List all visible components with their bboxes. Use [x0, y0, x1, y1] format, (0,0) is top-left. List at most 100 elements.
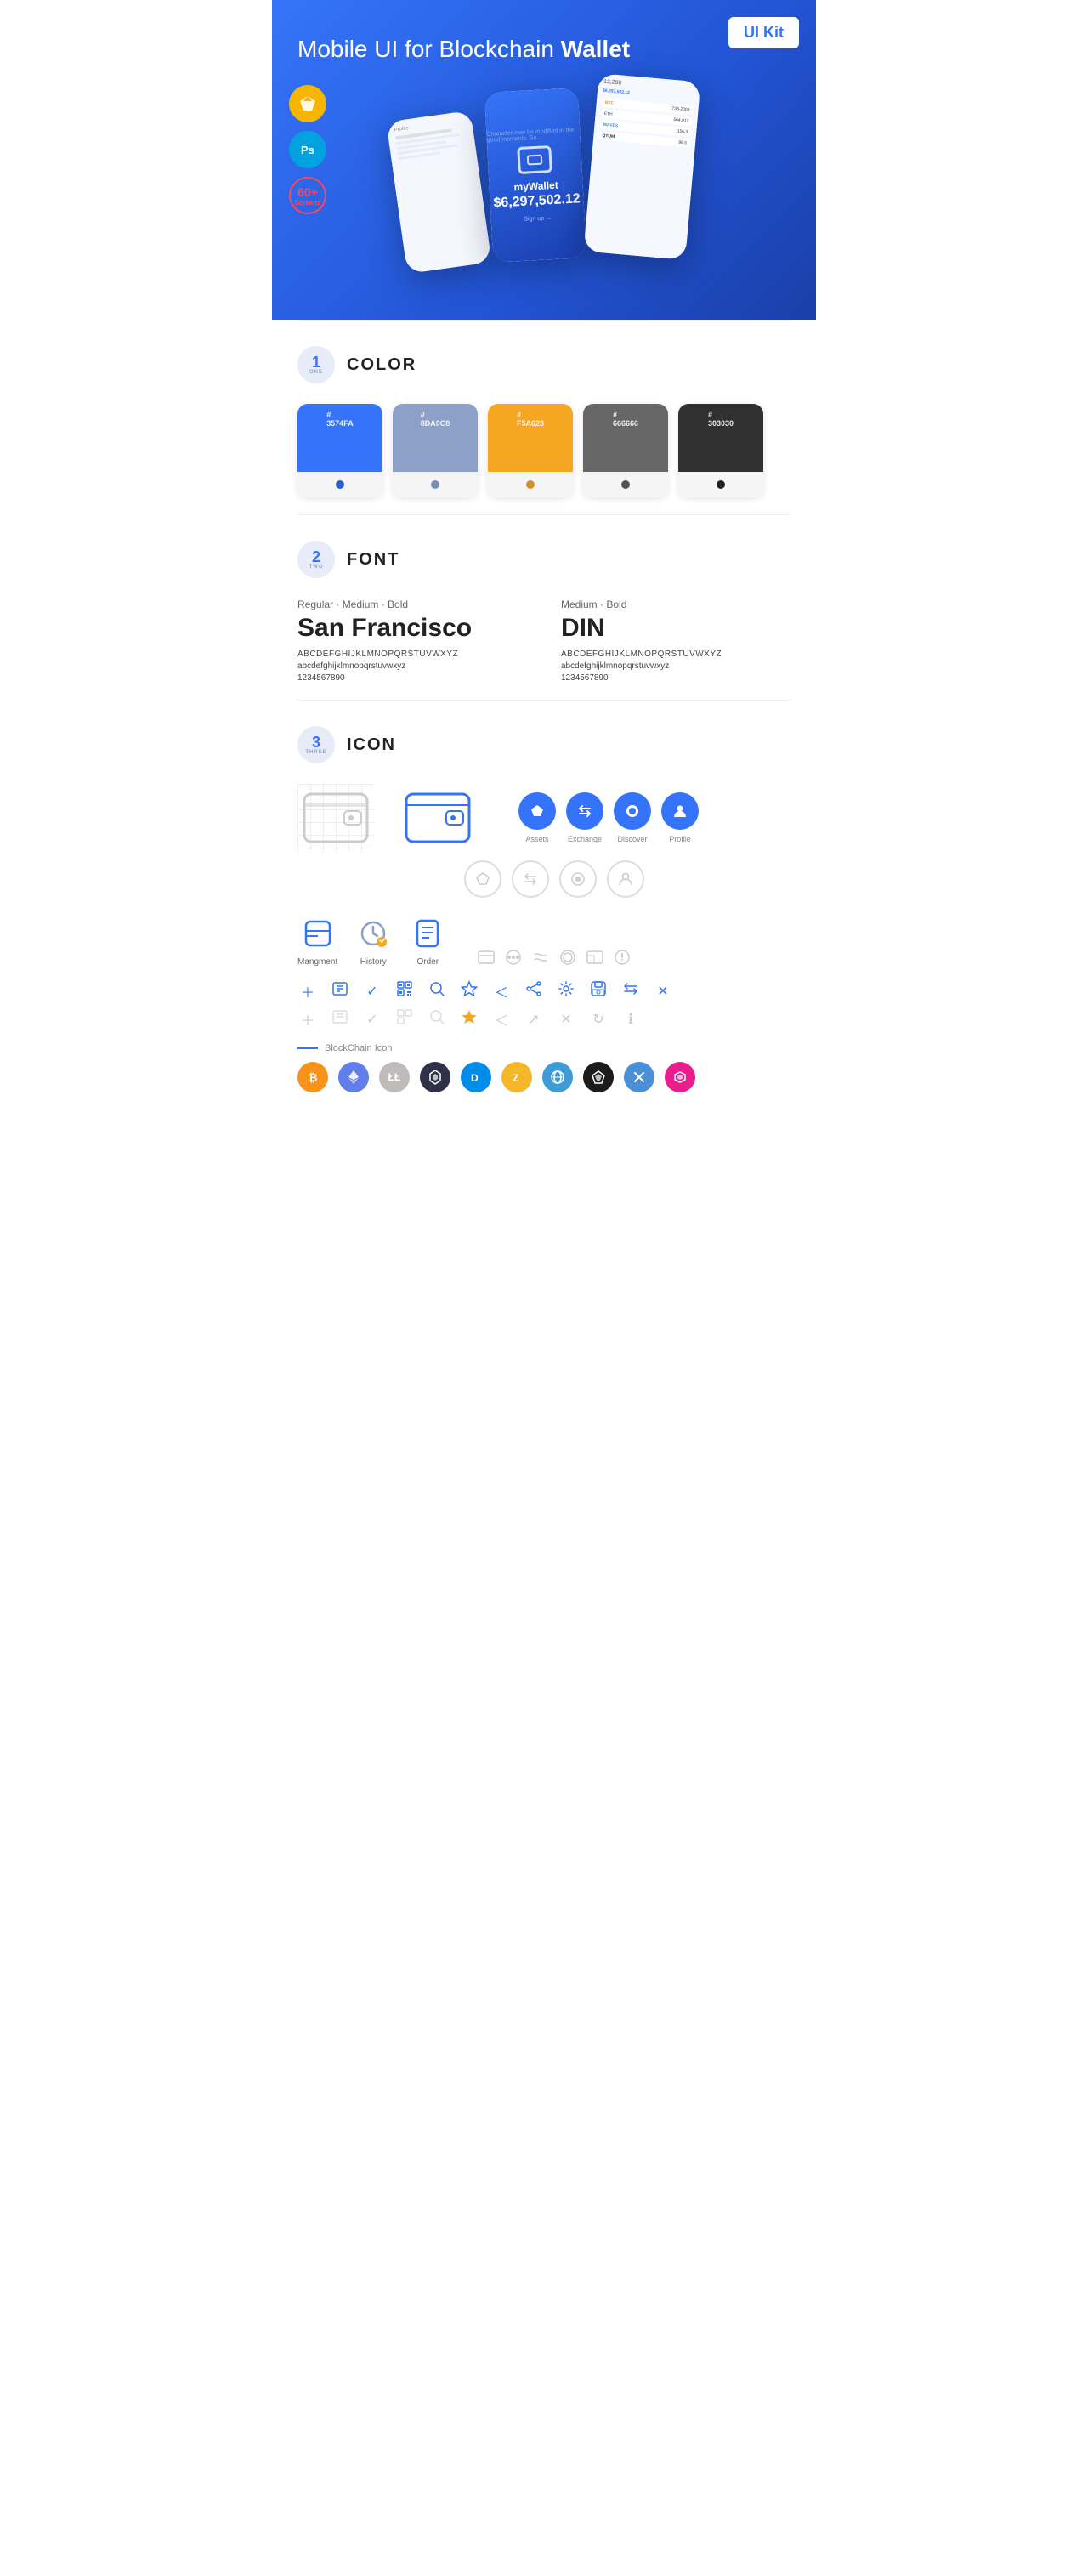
- icon-section: 3 THREE ICON: [272, 701, 816, 1109]
- svg-text:D: D: [471, 1072, 479, 1084]
- color-heading: COLOR: [347, 355, 416, 375]
- wallet-icons-row: Assets Exchange Discover: [298, 784, 790, 852]
- share-icon: [524, 980, 544, 1001]
- close-icon: ✕: [653, 983, 673, 1000]
- assets-icon: [518, 792, 556, 830]
- phone-mockup-2: Character may be modified in the good mo…: [484, 88, 586, 263]
- history-icon: [354, 915, 392, 952]
- back-icon: ＜: [491, 981, 512, 1001]
- qtum-logo: [420, 1062, 450, 1092]
- swatch-dark: #303030: [678, 404, 763, 497]
- color-swatches: #3574FA #8DA0C8 #F5A623 #666666 #303030: [298, 404, 790, 497]
- icon-profile-filled: Profile: [661, 792, 699, 843]
- icon-assets-outlined: [464, 860, 502, 898]
- wallet-icon-grid: [298, 784, 374, 852]
- dash-logo: D: [461, 1062, 491, 1092]
- hero-badges: Ps 60+ Screens: [289, 85, 326, 214]
- svg-text:₿: ₿: [309, 1071, 318, 1084]
- settings-icon: [556, 980, 576, 1001]
- icon-assets-filled: Assets: [518, 792, 556, 843]
- wallet-icon-filled: [400, 784, 476, 852]
- check-icon: ✓: [362, 983, 382, 1000]
- icon-discover-outlined: [559, 860, 597, 898]
- font-col-din: Medium · Bold DIN ABCDEFGHIJKLMNOPQRSTUV…: [561, 599, 790, 683]
- ethereum-logo: [338, 1062, 369, 1092]
- x-icon-gray: ✕: [556, 1011, 576, 1028]
- nav-icons-filled: Assets Exchange Discover: [518, 792, 699, 843]
- search-icon-gray: [427, 1008, 447, 1030]
- back-icon-gray: ＜: [491, 1009, 512, 1030]
- sketch-badge: [289, 85, 326, 122]
- swatch-blue: #3574FA: [298, 404, 382, 497]
- blockchain-line: [298, 1047, 318, 1049]
- management-icon: [299, 915, 337, 952]
- info-icon-gray: ℹ: [620, 1011, 641, 1028]
- phone-mockup-3: 12,298 $6,297,502.12 BTC 738-2003 ETH 56…: [584, 74, 701, 261]
- font-section-number: 2 TWO: [298, 541, 335, 578]
- color-section-number: 1 ONE: [298, 346, 335, 383]
- swatch-orange: #F5A623: [488, 404, 573, 497]
- bitcoin-logo: ₿: [298, 1062, 328, 1092]
- screens-badge: 60+ Screens: [289, 177, 326, 214]
- tool-icons-row-1: ＋ ✓ ＜ ✕: [298, 980, 790, 1001]
- assets-icon-outlined: [464, 860, 502, 898]
- swatch-gray: #666666: [583, 404, 668, 497]
- ui-kit-badge: UI Kit: [728, 17, 799, 48]
- blockchain-label: BlockChain Icon: [298, 1043, 790, 1053]
- hero-section: Mobile UI for Blockchain Wallet UI Kit P…: [272, 0, 816, 320]
- exchange-icon: [566, 792, 604, 830]
- hero-title: Mobile UI for Blockchain Wallet: [298, 34, 790, 65]
- tool-icons-row-2: ＋ ✓ ＜ ↗ ✕ ↻ ℹ: [298, 1008, 790, 1030]
- check-icon-gray: ✓: [362, 1011, 382, 1028]
- profile-icon: [661, 792, 699, 830]
- icon-section-number: 3 THREE: [298, 726, 335, 763]
- extra-icons-row: [477, 948, 632, 967]
- nano-logo: [624, 1062, 654, 1092]
- phone-mockup-1: Profile: [386, 111, 491, 274]
- order-icon: [409, 915, 446, 952]
- eos-logo: [542, 1062, 573, 1092]
- profile-icon-outlined: [607, 860, 644, 898]
- mgmt-icon-order: Order: [409, 915, 446, 967]
- color-section: 1 ONE COLOR #3574FA #8DA0C8 #F5A623 #666…: [272, 321, 816, 514]
- qr-icon-gray: [394, 1008, 415, 1030]
- star-icon: [459, 980, 479, 1001]
- swap-icon: [620, 980, 641, 1001]
- color-section-header: 1 ONE COLOR: [298, 346, 790, 383]
- plus-icon: ＋: [298, 981, 318, 1001]
- qr-icon: [394, 980, 415, 1001]
- icon-discover-filled: Discover: [614, 792, 651, 843]
- mgmt-icons-row: Mangment History: [298, 915, 790, 967]
- font-columns: Regular · Medium · Bold San Francisco AB…: [298, 599, 790, 683]
- plus-icon-gray: ＋: [298, 1009, 318, 1030]
- icon-profile-outlined: [607, 860, 644, 898]
- search-icon: [427, 980, 447, 1001]
- ps-badge: Ps: [289, 131, 326, 168]
- font-section-header: 2 TWO FONT: [298, 541, 790, 578]
- nav-icons-outlined: [464, 860, 790, 898]
- font-section: 2 TWO FONT Regular · Medium · Bold San F…: [272, 515, 816, 700]
- svg-text:Z: Z: [513, 1072, 518, 1084]
- font-col-sf: Regular · Medium · Bold San Francisco AB…: [298, 599, 527, 683]
- phone-mockups: Profile Character may be modified in the…: [298, 82, 790, 269]
- star-icon-orange: [459, 1008, 479, 1030]
- matic-logo: [665, 1062, 695, 1092]
- font-heading: FONT: [347, 550, 400, 570]
- zcash-logo: Z: [502, 1062, 532, 1092]
- save-icon: [588, 980, 609, 1001]
- list-icon-gray: [330, 1008, 350, 1030]
- ark-logo: [583, 1062, 614, 1092]
- icon-exchange-filled: Exchange: [566, 792, 604, 843]
- swatch-gray-blue: #8DA0C8: [393, 404, 478, 497]
- redo-icon-gray: ↻: [588, 1011, 609, 1028]
- icon-heading: ICON: [347, 735, 396, 755]
- icon-section-header: 3 THREE ICON: [298, 726, 790, 763]
- litecoin-logo: Ł Ł: [379, 1062, 410, 1092]
- share-icon-gray: ↗: [524, 1011, 544, 1028]
- exchange-icon-outlined: [512, 860, 549, 898]
- crypto-logos-row: ₿ Ł Ł D: [298, 1062, 790, 1092]
- mgmt-icon-management: Mangment: [298, 915, 337, 967]
- discover-icon-outlined: [559, 860, 597, 898]
- list-icon: [330, 980, 350, 1001]
- mgmt-icon-history: History: [354, 915, 392, 967]
